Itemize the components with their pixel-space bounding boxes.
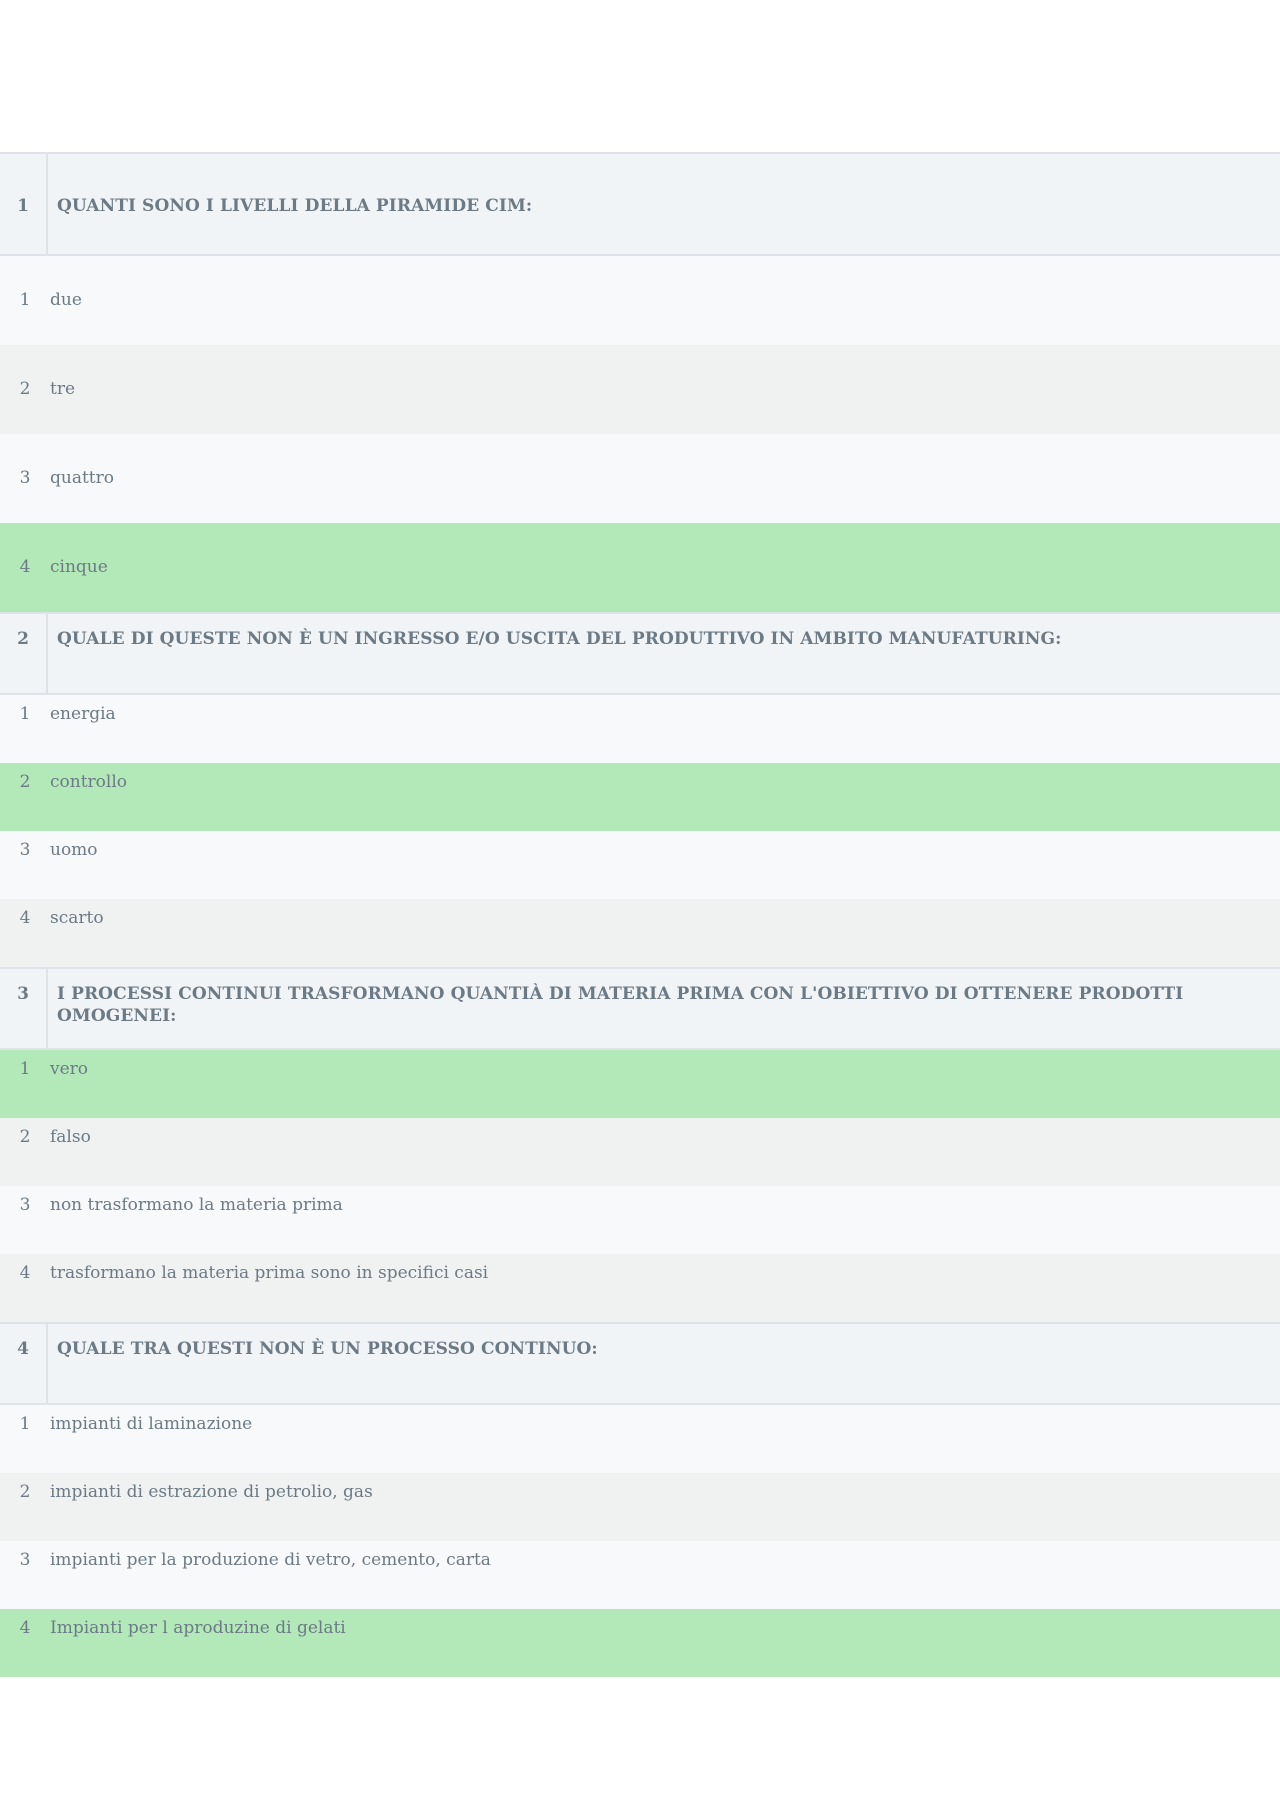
answer-number: 4 <box>19 1618 31 1638</box>
answer-number: 1 <box>19 290 31 310</box>
question-text: QUALE DI QUESTE NON È UN INGRESSO E/O US… <box>57 629 1062 649</box>
question-number: 4 <box>0 1324 48 1403</box>
answer-text: trasformano la materia prima sono in spe… <box>50 1263 489 1283</box>
answer-row: 4 trasformano la materia prima sono in s… <box>0 1254 1280 1322</box>
answer-number: 3 <box>19 1550 31 1570</box>
question-header: 3 I PROCESSI CONTINUI TRASFORMANO QUANTI… <box>0 967 1280 1050</box>
answer-text: uomo <box>50 840 98 860</box>
answer-row: 1 energia <box>0 695 1280 763</box>
answer-text: impianti di estrazione di petrolio, gas <box>50 1482 373 1502</box>
answer-text: energia <box>50 704 116 724</box>
answer-number: 3 <box>19 840 31 860</box>
question-number: 2 <box>0 614 48 693</box>
answer-text: non trasformano la materia prima <box>50 1195 343 1215</box>
answer-row: 4 Impianti per l aproduzine di gelati <box>0 1609 1280 1677</box>
answer-row: 2 tre <box>0 345 1280 434</box>
answer-row: 4 scarto <box>0 899 1280 967</box>
answer-number: 1 <box>19 1059 31 1079</box>
answer-number: 2 <box>19 1127 31 1147</box>
answer-number: 4 <box>19 557 31 577</box>
answer-row: 3 non trasformano la materia prima <box>0 1186 1280 1254</box>
question-header: 4 QUALE TRA QUESTI NON È UN PROCESSO CON… <box>0 1322 1280 1405</box>
answer-row: 3 impianti per la produzione di vetro, c… <box>0 1541 1280 1609</box>
answer-row: 2 controllo <box>0 763 1280 831</box>
question-number: 3 <box>0 969 48 1048</box>
answer-text: impianti di laminazione <box>50 1414 253 1434</box>
answer-number: 2 <box>19 1482 31 1502</box>
question-block: 1 QUANTI SONO I LIVELLI DELLA PIRAMIDE C… <box>0 152 1280 612</box>
answer-text: controllo <box>50 772 128 792</box>
answer-number: 3 <box>19 468 31 488</box>
question-header: 1 QUANTI SONO I LIVELLI DELLA PIRAMIDE C… <box>0 152 1280 256</box>
answer-number: 2 <box>19 379 31 399</box>
answer-number: 4 <box>19 1263 31 1283</box>
answer-number: 2 <box>19 772 31 792</box>
answer-text: tre <box>50 379 76 399</box>
question-text: I PROCESSI CONTINUI TRASFORMANO QUANTIÀ … <box>57 984 1184 1026</box>
answer-row: 1 due <box>0 256 1280 345</box>
answer-row: 4 cinque <box>0 523 1280 612</box>
answer-number: 4 <box>19 908 31 928</box>
quiz-document: 1 QUANTI SONO I LIVELLI DELLA PIRAMIDE C… <box>0 152 1280 1677</box>
answer-text: due <box>50 290 82 310</box>
question-number: 1 <box>0 154 48 254</box>
answer-row: 2 impianti di estrazione di petrolio, ga… <box>0 1473 1280 1541</box>
answer-number: 1 <box>19 1414 31 1434</box>
answer-text: Impianti per l aproduzine di gelati <box>50 1618 346 1638</box>
question-text: QUANTI SONO I LIVELLI DELLA PIRAMIDE CIM… <box>57 196 533 216</box>
answer-row: 3 uomo <box>0 831 1280 899</box>
answer-number: 1 <box>19 704 31 724</box>
answer-text: falso <box>50 1127 91 1147</box>
question-block: 4 QUALE TRA QUESTI NON È UN PROCESSO CON… <box>0 1322 1280 1677</box>
answer-row: 1 impianti di laminazione <box>0 1405 1280 1473</box>
answer-text: scarto <box>50 908 104 928</box>
question-block: 3 I PROCESSI CONTINUI TRASFORMANO QUANTI… <box>0 967 1280 1322</box>
answer-text: impianti per la produzione di vetro, cem… <box>50 1550 491 1570</box>
answer-row: 3 quattro <box>0 434 1280 523</box>
answer-number: 3 <box>19 1195 31 1215</box>
answer-row: 1 vero <box>0 1050 1280 1118</box>
answer-row: 2 falso <box>0 1118 1280 1186</box>
question-block: 2 QUALE DI QUESTE NON È UN INGRESSO E/O … <box>0 612 1280 967</box>
question-text: QUALE TRA QUESTI NON È UN PROCESSO CONTI… <box>57 1339 598 1359</box>
answer-text: cinque <box>50 557 108 577</box>
question-header: 2 QUALE DI QUESTE NON È UN INGRESSO E/O … <box>0 612 1280 695</box>
answer-text: quattro <box>50 468 114 488</box>
answer-text: vero <box>50 1059 89 1079</box>
